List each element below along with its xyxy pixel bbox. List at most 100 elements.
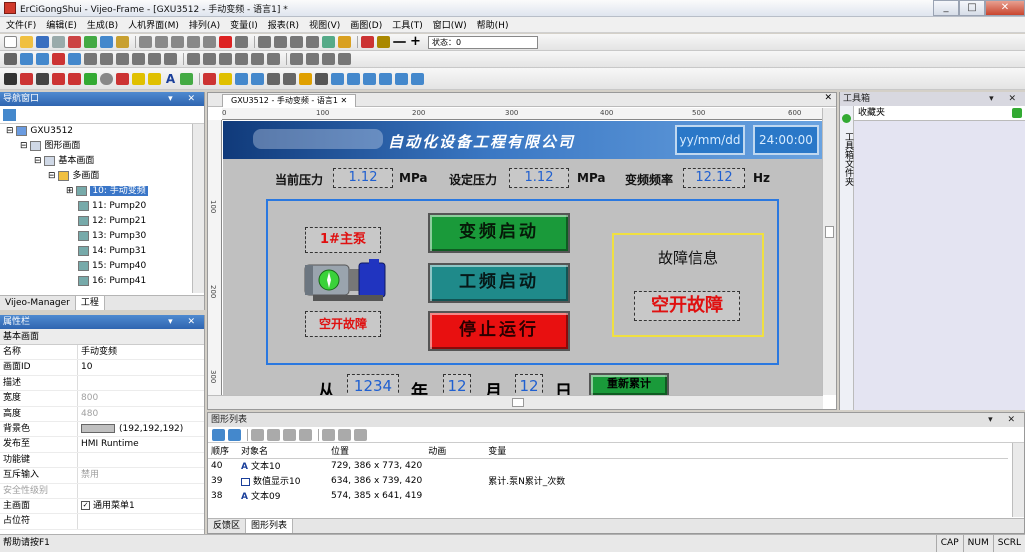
paste-icon[interactable] — [203, 36, 216, 48]
tab-project[interactable]: 工程 — [75, 296, 105, 310]
prop-row-main-screen[interactable]: 主画面 ✓ 通用菜单1 — [0, 498, 204, 515]
list-settings-icon[interactable] — [338, 428, 351, 441]
close-button[interactable]: ✕ — [985, 0, 1025, 16]
prop-row-height[interactable]: 高度 480 — [0, 406, 204, 422]
align-middle-icon[interactable] — [148, 53, 161, 65]
menu-report[interactable]: 报表(R) — [268, 18, 299, 31]
align-bottom-icon[interactable] — [164, 53, 177, 65]
home-icon[interactable] — [322, 36, 335, 48]
lines-icon[interactable] — [148, 72, 161, 85]
graphic-list-scrollbar[interactable] — [1012, 443, 1024, 517]
menu-arrange[interactable]: 排列(A) — [189, 18, 220, 31]
zoom-out-icon[interactable] — [393, 41, 406, 43]
save-icon[interactable] — [36, 36, 49, 48]
find-icon[interactable] — [235, 36, 248, 48]
prop-row-width[interactable]: 宽度 800 — [0, 391, 204, 407]
new-icon[interactable] — [4, 36, 17, 48]
back-icon[interactable] — [258, 36, 271, 48]
refresh-icon[interactable] — [306, 36, 319, 48]
document-horizontal-scrollbar[interactable] — [208, 395, 823, 409]
menu-build[interactable]: 生成(B) — [87, 18, 118, 31]
layer-icon[interactable] — [20, 53, 33, 65]
zoom-in-icon[interactable]: + — [409, 35, 422, 48]
print-icon[interactable] — [52, 36, 65, 48]
favorites-header[interactable]: 收藏夹 — [854, 106, 1025, 121]
snap-icon[interactable] — [338, 53, 351, 65]
ungroup-icon[interactable] — [235, 53, 248, 65]
maximize-button[interactable]: □ — [959, 0, 985, 16]
align-center-icon[interactable] — [100, 53, 113, 65]
align-right-icon[interactable] — [116, 53, 129, 65]
vfd-start-button[interactable]: 变频启动 — [428, 213, 570, 253]
pointer-icon[interactable] — [4, 72, 17, 85]
tree-node-screen-10[interactable]: ⊞ 10: 手动变频 — [6, 184, 204, 199]
curve-icon[interactable] — [68, 72, 81, 85]
menu-file[interactable]: 文件(F) — [6, 18, 36, 31]
front-icon[interactable] — [251, 53, 264, 65]
tree-node-screen-13[interactable]: 13: Pump30 — [6, 229, 204, 244]
vertical-scroll-thumb[interactable] — [825, 226, 834, 238]
stop-icon[interactable] — [290, 36, 303, 48]
line-start-button[interactable]: 工频启动 — [428, 263, 570, 303]
align-left-icon[interactable] — [84, 53, 97, 65]
group-icon[interactable] — [219, 53, 232, 65]
size-icon[interactable] — [290, 53, 303, 65]
prop-row-name[interactable]: 名称 手动变频 — [0, 345, 204, 361]
lock-icon[interactable] — [338, 36, 351, 48]
minimize-button[interactable]: _ — [933, 0, 959, 16]
prop-row-mutex-input[interactable]: 互斥输入 禁用 — [0, 468, 204, 484]
col-position[interactable]: 位置 — [328, 443, 425, 458]
simulate-icon[interactable] — [361, 36, 374, 48]
menu-draw[interactable]: 画图(D) — [350, 18, 382, 31]
copy-icon[interactable] — [187, 36, 200, 48]
document-close-icon[interactable]: ✕ — [824, 93, 832, 103]
lamp-icon[interactable] — [219, 72, 232, 85]
state-select[interactable]: 状态：0 — [428, 35, 538, 49]
prop-row-placeholder[interactable]: 占位符 — [0, 514, 204, 530]
col-order[interactable]: 顺序 — [208, 443, 238, 458]
check-icon[interactable] — [84, 36, 97, 48]
list-group-icon[interactable] — [251, 428, 264, 441]
prop-row-screen-id[interactable]: 画面ID 10 — [0, 360, 204, 376]
prop-row-bg-color[interactable]: 背景色 (192,192,192) — [0, 421, 204, 438]
polygon-icon[interactable] — [116, 72, 129, 85]
menu-edit[interactable]: 编辑(E) — [46, 18, 77, 31]
list-up-icon[interactable] — [283, 428, 296, 441]
rectangle-icon[interactable] — [84, 72, 97, 85]
menu-window[interactable]: 窗口(W) — [433, 18, 467, 31]
list-down-icon[interactable] — [267, 428, 280, 441]
bulb-icon[interactable] — [377, 36, 390, 48]
bar-icon[interactable] — [283, 72, 296, 85]
trend-icon[interactable] — [347, 72, 360, 85]
cut-icon[interactable] — [171, 36, 184, 48]
screen-icon[interactable] — [36, 53, 49, 65]
list-refresh-icon[interactable] — [322, 428, 335, 441]
delete-icon[interactable] — [219, 36, 232, 48]
flip-icon[interactable] — [203, 53, 216, 65]
switch-icon[interactable] — [203, 72, 216, 85]
col-animation[interactable]: 动画 — [425, 443, 485, 458]
download-icon[interactable] — [100, 36, 113, 48]
rotate-icon[interactable] — [187, 53, 200, 65]
tab-vijeo-manager[interactable]: Vijeo-Manager — [0, 296, 76, 310]
tree-node-base-screens[interactable]: ⊟ 基本画面 — [6, 154, 204, 169]
list-filter-icon[interactable] — [228, 428, 241, 441]
recount-button[interactable]: 重新累计 — [589, 373, 669, 395]
recipe-icon[interactable] — [379, 72, 392, 85]
month-value[interactable]: 12 — [443, 374, 471, 395]
tree-node-screen-11[interactable]: 11: Pump20 — [6, 199, 204, 214]
numeric-icon[interactable] — [235, 72, 248, 85]
redo-icon[interactable] — [155, 36, 168, 48]
tree-node-multi-screens[interactable]: ⊟ 多画面 — [6, 169, 204, 184]
tree-node-project[interactable]: ⊟ GXU3512 — [6, 124, 204, 139]
current-pressure-value[interactable]: 1.12 — [333, 168, 393, 188]
horizontal-scroll-thumb[interactable] — [512, 398, 524, 407]
properties-object[interactable]: 基本画面 — [0, 329, 204, 345]
table-row[interactable]: 39 数值显示10 634, 386 x 739, 420 累计.泵N累计_次数 — [208, 473, 1008, 488]
time-display[interactable]: 24:00:00 — [753, 125, 819, 155]
polyline-icon[interactable] — [52, 72, 65, 85]
document-vertical-scrollbar[interactable] — [822, 108, 836, 395]
prop-row-function-key[interactable]: 功能键 — [0, 452, 204, 469]
line-icon[interactable] — [36, 72, 49, 85]
favorites-add-icon[interactable] — [1012, 108, 1022, 118]
